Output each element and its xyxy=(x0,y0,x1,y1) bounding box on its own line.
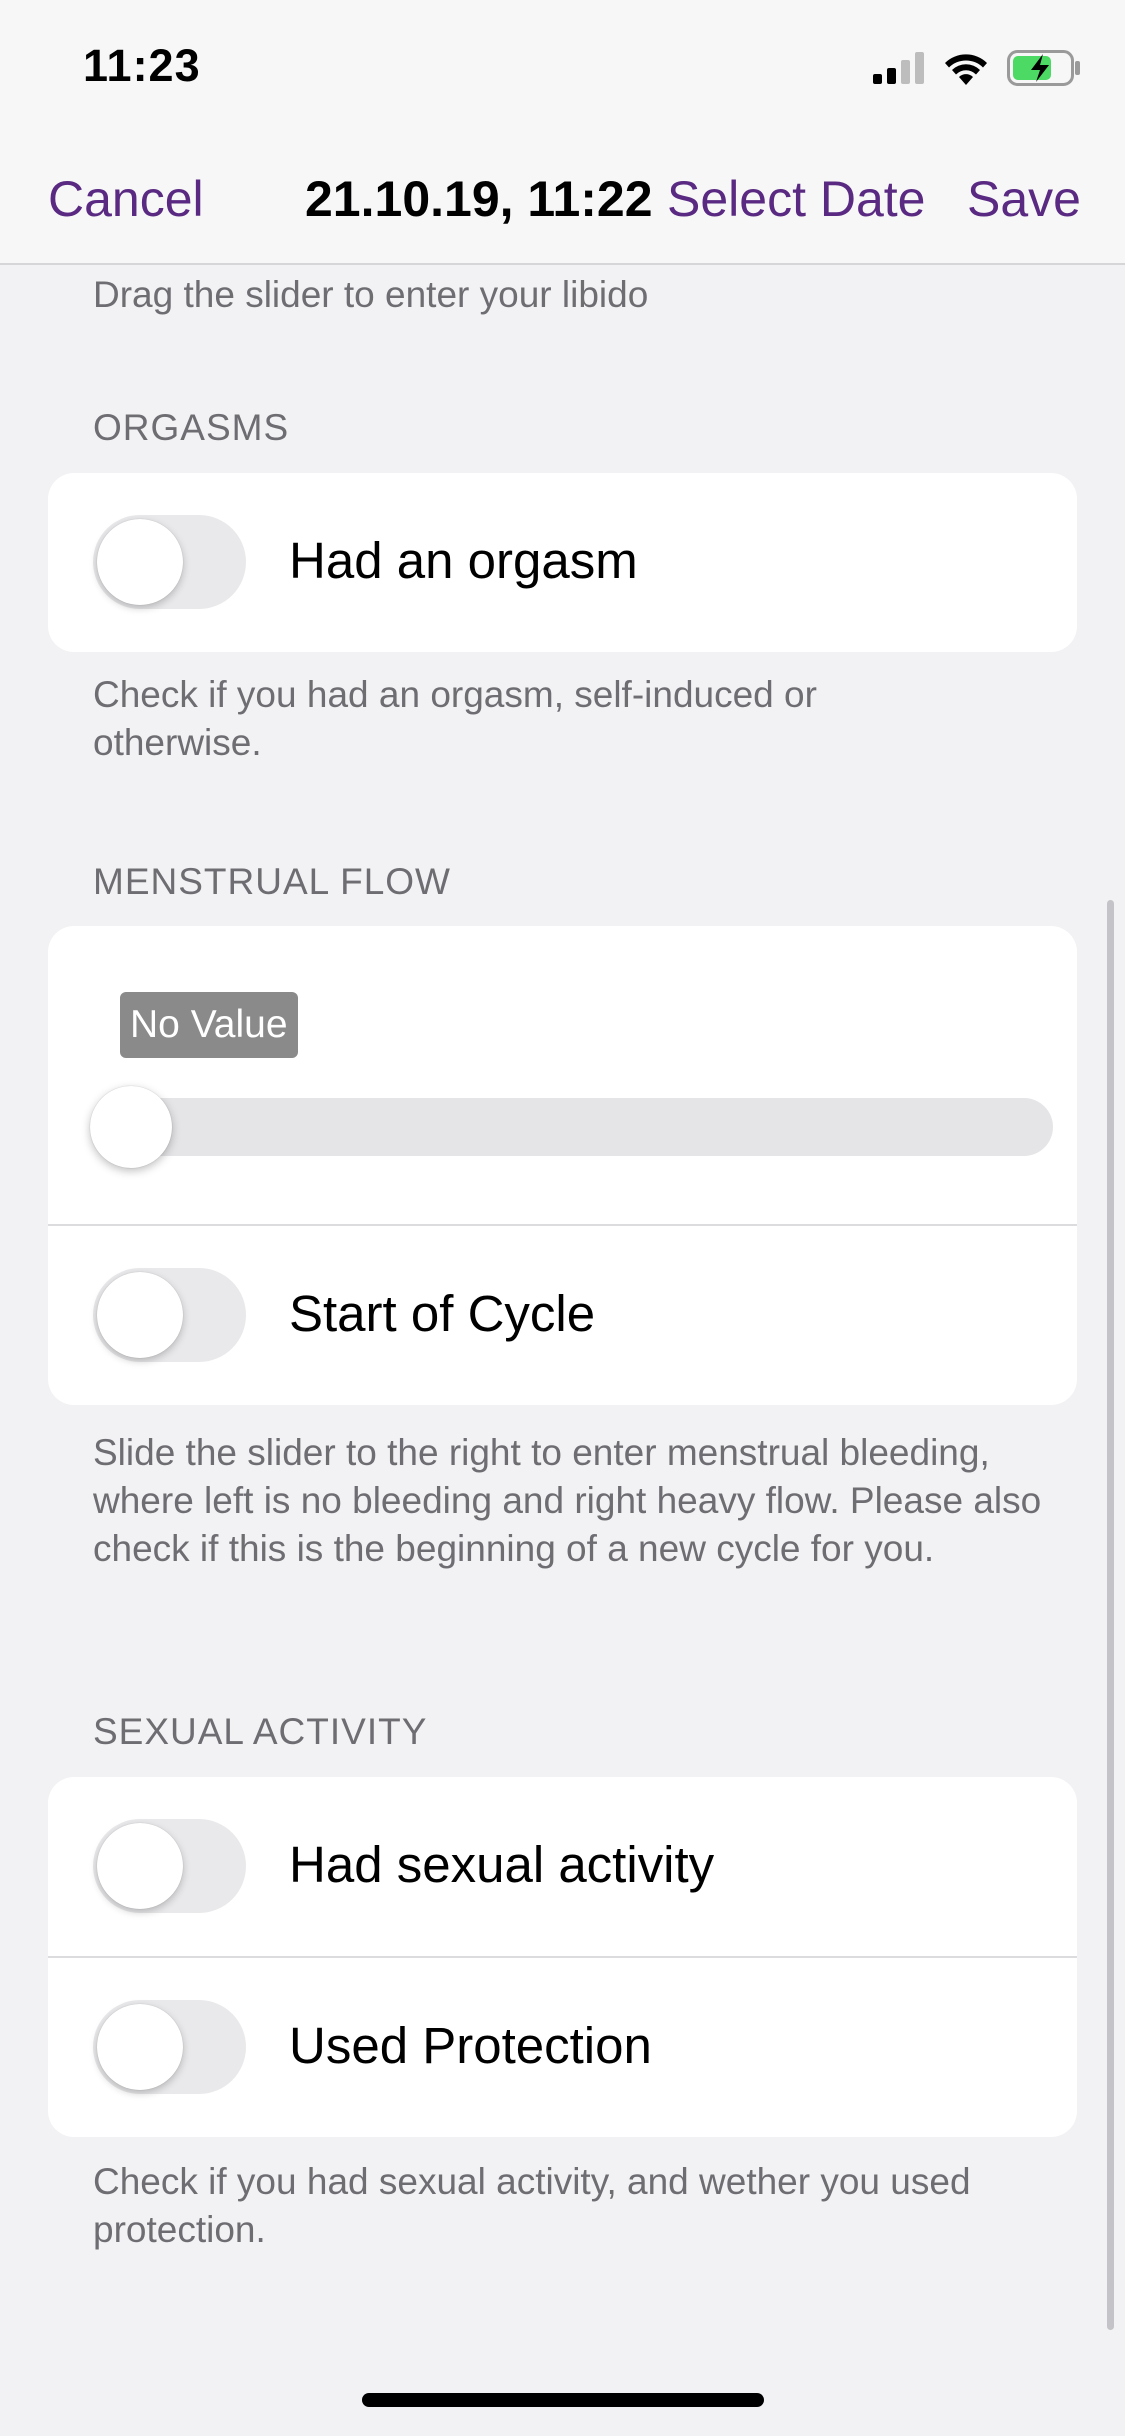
menstrual-flow-footer: Slide the slider to the right to enter m… xyxy=(93,1432,1042,1569)
sexual-activity-footer: Check if you had sexual activity, and we… xyxy=(93,2161,971,2250)
toggle-knob xyxy=(97,2004,183,2090)
used-protection-label: Used Protection xyxy=(289,2017,652,2074)
home-indicator[interactable] xyxy=(362,2393,764,2407)
toggle-knob xyxy=(97,1272,183,1358)
wifi-icon xyxy=(943,51,989,90)
menstrual-flow-card: No Value Start of Cycle xyxy=(48,926,1077,1405)
scroll-indicator[interactable] xyxy=(1107,900,1114,2330)
flow-slider-row: No Value xyxy=(48,926,1077,1224)
used-protection-row: Used Protection xyxy=(48,1956,1077,2137)
sexual-activity-label: Had sexual activity xyxy=(289,1836,715,1893)
orgasms-header: ORGASMS xyxy=(93,407,290,448)
flow-slider-thumb[interactable] xyxy=(90,1086,172,1168)
save-button[interactable]: Save xyxy=(967,170,1081,228)
sexual-activity-card: Had sexual activity Used Protection xyxy=(48,1777,1077,2137)
orgasms-footer: Check if you had an orgasm, self-induced… xyxy=(93,674,817,763)
toggle-knob xyxy=(97,519,183,605)
sexual-activity-toggle[interactable] xyxy=(93,1819,246,1913)
status-bar: 11:23 xyxy=(0,0,1125,140)
start-of-cycle-toggle[interactable] xyxy=(93,1268,246,1362)
signal-icon xyxy=(873,51,925,89)
start-of-cycle-label: Start of Cycle xyxy=(289,1285,596,1342)
nav-bar: Cancel 21.10.19, 11:22 Select Date Save xyxy=(0,140,1125,265)
cancel-button[interactable]: Cancel xyxy=(48,170,204,228)
toggle-knob xyxy=(97,1823,183,1909)
flow-slider-track[interactable] xyxy=(90,1098,1053,1156)
orgasm-row: Had an orgasm xyxy=(48,473,1077,652)
status-time: 11:23 xyxy=(83,40,201,91)
used-protection-toggle[interactable] xyxy=(93,2000,246,2094)
sexual-activity-header: SEXUAL ACTIVITY xyxy=(93,1711,428,1752)
orgasm-label: Had an orgasm xyxy=(289,532,638,589)
slider-value-label: No Value xyxy=(120,992,298,1058)
sexual-activity-row: Had sexual activity xyxy=(48,1777,1077,1956)
page-title: 21.10.19, 11:22 xyxy=(305,171,653,227)
form-content[interactable]: Drag the slider to enter your libido ORG… xyxy=(0,265,1125,2436)
libido-footer: Drag the slider to enter your libido xyxy=(93,274,649,315)
status-icons xyxy=(873,49,1081,91)
orgasms-card: Had an orgasm xyxy=(48,473,1077,652)
battery-charging-icon xyxy=(1007,49,1081,91)
select-date-button[interactable]: Select Date xyxy=(667,170,925,228)
orgasm-toggle[interactable] xyxy=(93,515,246,609)
menstrual-flow-header: MENSTRUAL FLOW xyxy=(93,861,451,902)
start-of-cycle-row: Start of Cycle xyxy=(48,1224,1077,1405)
